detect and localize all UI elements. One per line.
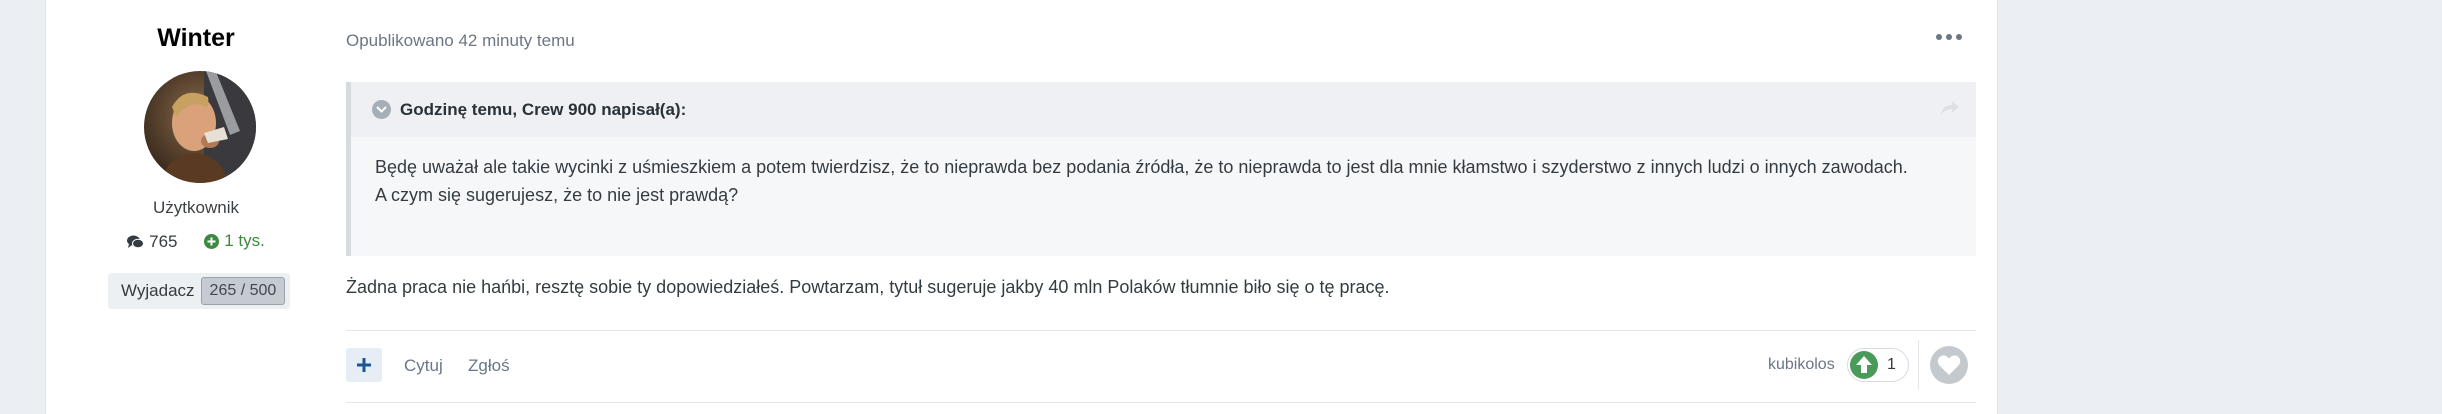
post-count: 765: [127, 231, 178, 252]
post-message: Żadna praca nie hańbi, resztę sobie ty d…: [346, 277, 1390, 297]
plus-circle-icon: [204, 233, 220, 249]
react-button[interactable]: [1930, 346, 1968, 384]
quote-header: Godzinę temu, Crew 900 napisał(a):: [351, 82, 1976, 137]
report-link[interactable]: Zgłoś: [468, 356, 510, 376]
share-icon[interactable]: [1940, 100, 1960, 121]
quote-text-line: A czym się sugerujesz, że to nie jest pr…: [375, 185, 739, 205]
rank-title: Wyjadacz: [121, 281, 195, 300]
post-count-value: 765: [149, 231, 178, 251]
quote-text-line: Będę uważał ale takie wycinki z uśmieszk…: [375, 157, 1908, 177]
rank-progress: 265 / 500: [200, 277, 286, 305]
quote-citation[interactable]: Godzinę temu, Crew 900 napisał(a):: [400, 100, 686, 120]
divider: [346, 330, 1976, 331]
divider: [346, 402, 1976, 403]
chevron-down-icon[interactable]: [372, 100, 391, 119]
author-stats: 765 1 tys.: [46, 231, 346, 254]
ellipsis-icon[interactable]: [1936, 27, 1962, 47]
blockquote: Godzinę temu, Crew 900 napisał(a): Będę …: [346, 82, 1976, 256]
forum-post: Winter Użytkownik 765 1 tys. Wyjadacz 26…: [45, 0, 1998, 414]
quote-body: Będę uważał ale takie wycinki z uśmieszk…: [351, 137, 1976, 256]
divider: [1918, 340, 1919, 390]
reacted-by[interactable]: kubikolos: [1768, 356, 1835, 374]
reputation-value: 1 tys.: [224, 231, 265, 250]
comments-icon: [127, 235, 145, 248]
post-date[interactable]: Opublikowano 42 minuty temu: [346, 31, 575, 51]
quote-link[interactable]: Cytuj: [404, 356, 443, 376]
multiquote-button[interactable]: [346, 348, 382, 382]
author-name[interactable]: Winter: [46, 24, 346, 53]
reaction-upvote[interactable]: 1: [1847, 348, 1909, 382]
reputation: 1 tys.: [204, 231, 265, 251]
author-panel: Winter Użytkownik 765 1 tys. Wyjadacz 26…: [46, 0, 346, 414]
rank-badge: Wyjadacz 265 / 500: [108, 273, 291, 309]
author-group: Użytkownik: [153, 198, 239, 217]
avatar[interactable]: [144, 71, 256, 183]
reaction-count: 1: [1887, 356, 1896, 373]
plus-icon: [357, 358, 371, 372]
heart-icon: [1937, 355, 1961, 375]
arrow-up-icon: [1850, 351, 1878, 379]
